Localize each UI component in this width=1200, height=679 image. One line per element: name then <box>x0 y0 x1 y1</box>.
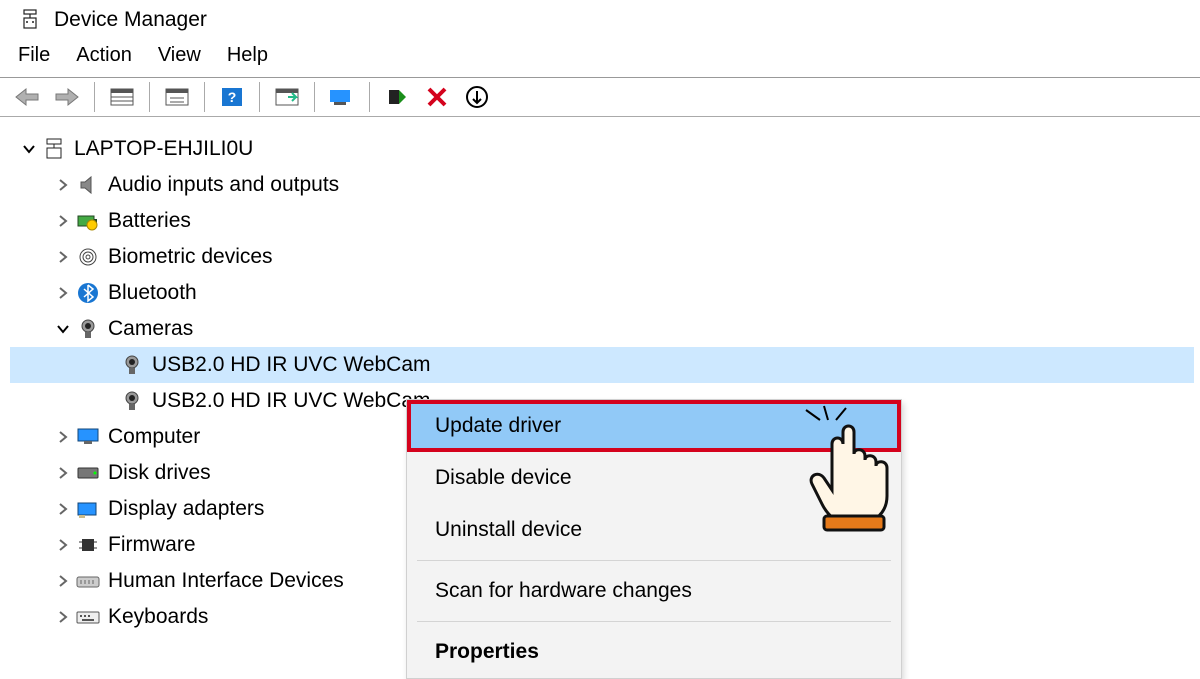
menu-help[interactable]: Help <box>227 44 268 67</box>
svg-text:?: ? <box>228 89 237 105</box>
ctx-item-label: Disable device <box>435 466 572 489</box>
display-adapter-icon <box>74 495 102 523</box>
ctx-item-label: Uninstall device <box>435 518 582 541</box>
ctx-item-label: Properties <box>435 640 539 663</box>
ctx-separator <box>417 560 891 561</box>
tree-node-label: Display adapters <box>108 497 264 521</box>
camera-icon <box>74 315 102 343</box>
chevron-down-icon[interactable] <box>52 322 74 336</box>
speaker-icon <box>74 171 102 199</box>
scan-hardware-button[interactable] <box>270 82 304 112</box>
chevron-right-icon[interactable] <box>52 610 74 624</box>
ctx-properties[interactable]: Properties <box>407 626 901 678</box>
tree-node-label: Bluetooth <box>108 281 197 305</box>
tree-node-label: Disk drives <box>108 461 211 485</box>
chip-icon <box>74 531 102 559</box>
ctx-item-label: Update driver <box>435 414 561 437</box>
tree-node-label: Batteries <box>108 209 191 233</box>
tree-node-biometric[interactable]: Biometric devices <box>10 239 1194 275</box>
keyboard-icon <box>74 603 102 631</box>
toolbar-sep <box>369 82 370 112</box>
toolbar-sep <box>314 82 315 112</box>
tree-leaf-label: USB2.0 HD IR UVC WebCam <box>152 353 431 377</box>
menu-action[interactable]: Action <box>76 44 132 67</box>
tree-node-audio[interactable]: Audio inputs and outputs <box>10 167 1194 203</box>
titlebar: Device Manager <box>0 0 1200 38</box>
computer-icon <box>40 135 68 163</box>
tree-node-label: Computer <box>108 425 200 449</box>
chevron-right-icon[interactable] <box>52 214 74 228</box>
update-driver-button[interactable] <box>325 82 359 112</box>
hid-icon <box>74 567 102 595</box>
tree-root-label: LAPTOP-EHJILI0U <box>74 137 253 161</box>
chevron-right-icon[interactable] <box>52 178 74 192</box>
toolbar: ? <box>0 78 1200 117</box>
add-legacy-hardware-button[interactable] <box>460 82 494 112</box>
tree-node-bluetooth[interactable]: Bluetooth <box>10 275 1194 311</box>
properties-button[interactable] <box>160 82 194 112</box>
tree-node-label: Biometric devices <box>108 245 273 269</box>
window-title: Device Manager <box>54 8 207 32</box>
chevron-down-icon[interactable] <box>18 142 40 156</box>
ctx-update-driver[interactable]: Update driver <box>407 400 901 452</box>
tree-node-label: Audio inputs and outputs <box>108 173 339 197</box>
tree-node-label: Keyboards <box>108 605 208 629</box>
toolbar-sep <box>94 82 95 112</box>
help-button[interactable]: ? <box>215 82 249 112</box>
tree-node-batteries[interactable]: Batteries <box>10 203 1194 239</box>
show-hide-console-tree-button[interactable] <box>105 82 139 112</box>
bluetooth-icon <box>74 279 102 307</box>
tree-node-label: Cameras <box>108 317 193 341</box>
chevron-right-icon[interactable] <box>52 466 74 480</box>
ctx-disable-device[interactable]: Disable device <box>407 452 901 504</box>
back-button[interactable] <box>10 82 44 112</box>
tree-node-cameras[interactable]: Cameras <box>10 311 1194 347</box>
chevron-right-icon[interactable] <box>52 502 74 516</box>
camera-icon <box>118 387 146 415</box>
toolbar-sep <box>149 82 150 112</box>
monitor-icon <box>74 423 102 451</box>
tree-node-label: Human Interface Devices <box>108 569 344 593</box>
device-manager-icon <box>18 8 42 32</box>
ctx-scan-hardware[interactable]: Scan for hardware changes <box>407 565 901 617</box>
ctx-item-label: Scan for hardware changes <box>435 579 692 602</box>
tree-root[interactable]: LAPTOP-EHJILI0U <box>10 131 1194 167</box>
menu-file[interactable]: File <box>18 44 50 67</box>
forward-button[interactable] <box>50 82 84 112</box>
fingerprint-icon <box>74 243 102 271</box>
uninstall-device-button[interactable] <box>420 82 454 112</box>
chevron-right-icon[interactable] <box>52 286 74 300</box>
tree-leaf-label: USB2.0 HD IR UVC WebCam <box>152 389 431 413</box>
ctx-uninstall-device[interactable]: Uninstall device <box>407 504 901 556</box>
tree-node-label: Firmware <box>108 533 196 557</box>
toolbar-sep <box>204 82 205 112</box>
disk-icon <box>74 459 102 487</box>
ctx-separator <box>417 621 891 622</box>
menubar: File Action View Help <box>0 38 1200 77</box>
toolbar-sep <box>259 82 260 112</box>
battery-icon <box>74 207 102 235</box>
chevron-right-icon[interactable] <box>52 430 74 444</box>
tree-leaf-webcam-1[interactable]: USB2.0 HD IR UVC WebCam <box>10 347 1194 383</box>
context-menu: Update driver Disable device Uninstall d… <box>406 399 902 679</box>
camera-icon <box>118 351 146 379</box>
enable-device-button[interactable] <box>380 82 414 112</box>
chevron-right-icon[interactable] <box>52 250 74 264</box>
menu-view[interactable]: View <box>158 44 201 67</box>
chevron-right-icon[interactable] <box>52 538 74 552</box>
chevron-right-icon[interactable] <box>52 574 74 588</box>
